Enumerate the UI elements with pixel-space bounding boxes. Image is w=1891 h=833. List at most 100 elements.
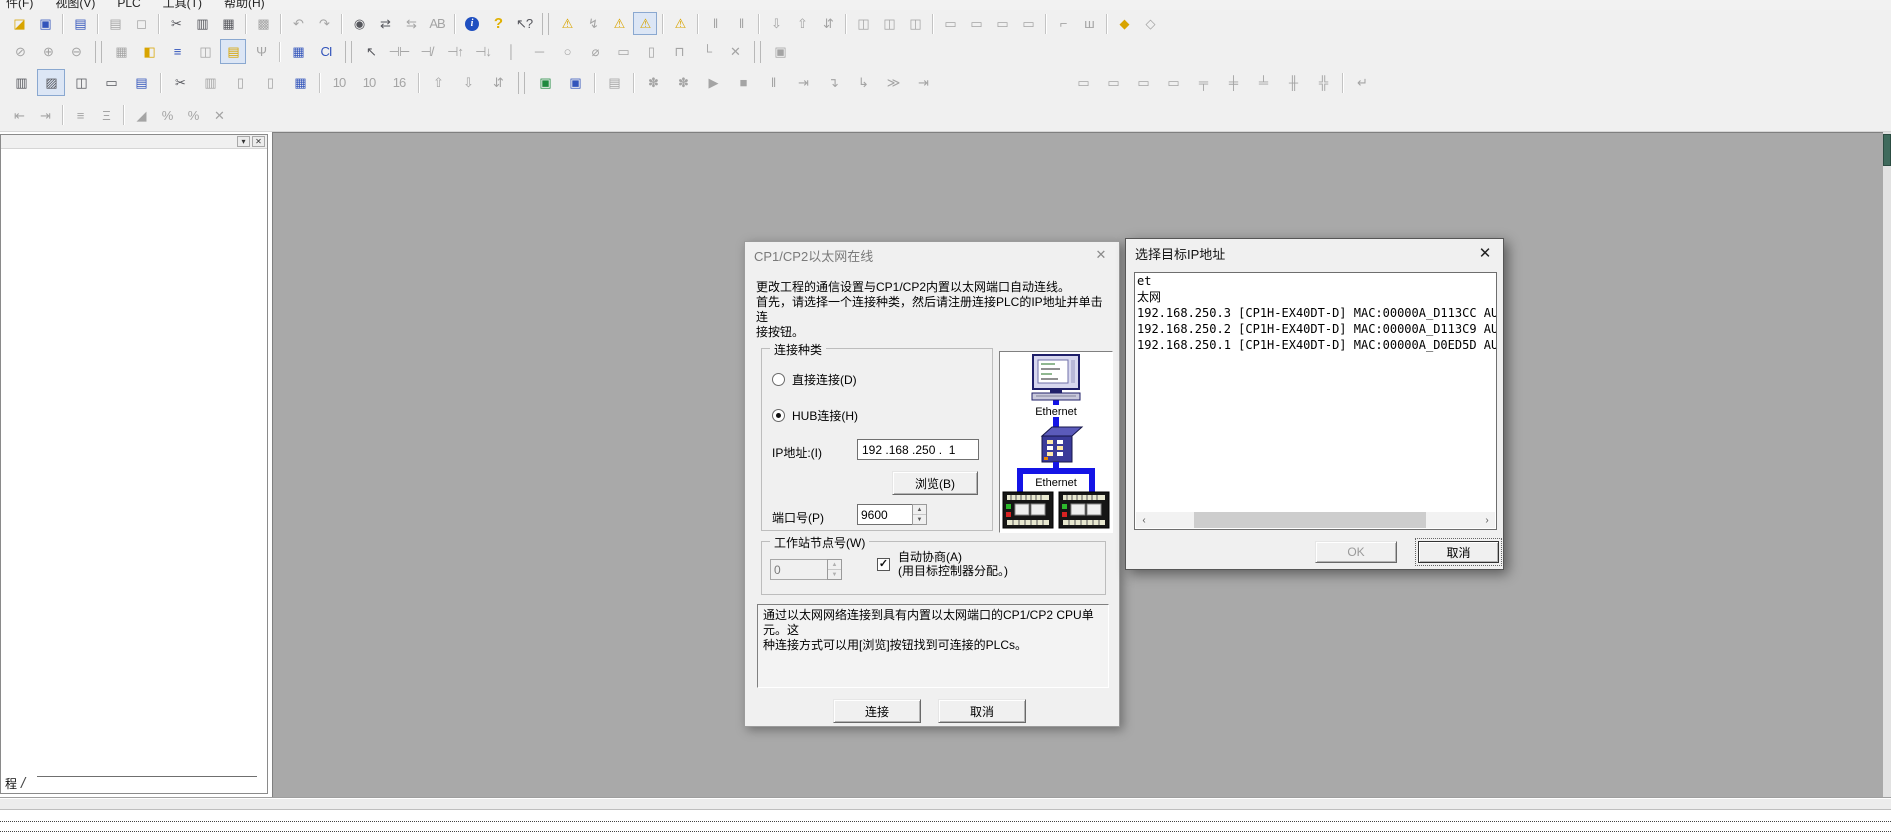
radio-circle-icon[interactable] bbox=[772, 373, 785, 386]
node-number-input[interactable] bbox=[770, 559, 827, 580]
spin-down-icon[interactable]: ▼ bbox=[913, 515, 926, 524]
radix-hex-icon[interactable]: 16 bbox=[385, 69, 413, 96]
new-up-contact-icon[interactable]: ⊣↑ bbox=[442, 39, 468, 64]
hub-connection-radio[interactable]: HUB连接(H) bbox=[772, 407, 858, 424]
new-down-contact-icon[interactable]: ⊣↓ bbox=[470, 39, 496, 64]
new-instruction-icon[interactable]: ▭ bbox=[610, 39, 636, 64]
output-window-icon[interactable]: ▭ bbox=[990, 12, 1014, 35]
toolbar-grip[interactable] bbox=[754, 41, 761, 63]
cross-reference-window-icon[interactable]: ▭ bbox=[1016, 12, 1040, 35]
zoom-fit-icon[interactable]: ⊘ bbox=[7, 39, 33, 64]
transfer-from-plc-icon[interactable]: ⇧ bbox=[790, 12, 814, 35]
pause-simulator-icon[interactable]: ✽ bbox=[639, 69, 667, 96]
force-cancel-icon[interactable]: ⇵ bbox=[484, 69, 512, 96]
monitor-sampling-icon[interactable]: ◫ bbox=[877, 12, 901, 35]
new-block-icon[interactable]: ⊓ bbox=[666, 39, 692, 64]
scroll-right-icon[interactable]: › bbox=[1479, 512, 1495, 528]
function-block-icon[interactable]: ▣ bbox=[767, 39, 793, 64]
port-number-spinner[interactable]: ▲ ▼ bbox=[857, 504, 927, 525]
work-online-simulator-icon[interactable]: ▣ bbox=[531, 69, 559, 96]
step-out-icon[interactable]: ↳ bbox=[849, 69, 877, 96]
compile-check-icon[interactable]: ▤ bbox=[68, 12, 92, 35]
mnemonic-window-icon[interactable]: ◫ bbox=[67, 69, 95, 96]
open-project-icon[interactable]: ◪ bbox=[7, 12, 31, 35]
memory-view-icon[interactable]: ▦ bbox=[286, 69, 314, 96]
indent-icon[interactable]: ⇥ bbox=[33, 104, 57, 127]
scan-run-icon[interactable]: ⇥ bbox=[909, 69, 937, 96]
dialog-title-bar[interactable]: 选择目标IP地址 ✕ bbox=[1126, 239, 1503, 267]
align-middle-icon[interactable]: ╪ bbox=[1219, 69, 1247, 96]
redo-icon[interactable]: ↷ bbox=[312, 12, 336, 35]
project-tab[interactable]: 程 / bbox=[3, 775, 25, 792]
target-ip-listbox[interactable]: et太网192.168.250.3 [CP1H-EX40DT-D] MAC:00… bbox=[1134, 272, 1497, 530]
change-all-icon[interactable]: AB bbox=[425, 12, 449, 35]
cancel-button[interactable]: 取消 bbox=[938, 699, 1026, 723]
return-icon[interactable]: ↵ bbox=[1348, 69, 1376, 96]
auto-negotiate-checkbox[interactable]: ✓ bbox=[877, 558, 890, 571]
radix-signed-icon[interactable]: 10 bbox=[355, 69, 383, 96]
compare-with-plc-icon[interactable]: ⇵ bbox=[816, 12, 840, 35]
spinner-arrows[interactable]: ▲ ▼ bbox=[827, 559, 842, 580]
menu-item[interactable]: 帮助(H) bbox=[224, 0, 265, 10]
watch-window-icon[interactable]: ▭ bbox=[964, 12, 988, 35]
step-run-icon[interactable]: ⇥ bbox=[789, 69, 817, 96]
print-preview-icon[interactable]: ◻ bbox=[129, 12, 153, 35]
align-bottom-icon[interactable]: ╧ bbox=[1249, 69, 1277, 96]
annotation-icon[interactable]: Ξ bbox=[94, 104, 118, 127]
erase-mode-icon[interactable]: ✕ bbox=[722, 39, 748, 64]
find-address-error-icon[interactable]: ⚠ bbox=[607, 12, 631, 35]
step-in-icon[interactable]: ↴ bbox=[819, 69, 847, 96]
pause-flag-icon[interactable]: ‖ bbox=[703, 12, 727, 35]
io-table-icon[interactable]: ▯ bbox=[256, 69, 284, 96]
window-2up-icon[interactable]: ▭ bbox=[1099, 69, 1127, 96]
find-symbol-icon[interactable]: ⇆ bbox=[399, 12, 423, 35]
spin-down-icon[interactable]: ▼ bbox=[828, 570, 841, 579]
window-1up-icon[interactable]: ▭ bbox=[1069, 69, 1097, 96]
force-on-icon[interactable]: ⇧ bbox=[424, 69, 452, 96]
paste-icon[interactable]: ▦ bbox=[216, 12, 240, 35]
section-list-icon[interactable]: ▤ bbox=[220, 39, 246, 64]
align-top-icon[interactable]: ╤ bbox=[1189, 69, 1217, 96]
section-cut-icon[interactable]: ✂ bbox=[166, 69, 194, 96]
online-check-icon[interactable]: ↯ bbox=[581, 12, 605, 35]
change-value-icon[interactable]: % bbox=[181, 104, 205, 127]
pause-program-icon[interactable]: ‖ bbox=[759, 69, 787, 96]
distribute-h-icon[interactable]: ╬ bbox=[1309, 69, 1337, 96]
new-contact-icon[interactable]: ⊣⊢ bbox=[386, 39, 412, 64]
find-icon[interactable]: ◉ bbox=[347, 12, 371, 35]
menu-item[interactable]: PLC bbox=[117, 0, 140, 10]
radio-selected-icon[interactable] bbox=[772, 409, 785, 422]
window-4up-icon[interactable]: ▭ bbox=[1159, 69, 1187, 96]
run-icon[interactable]: ▶ bbox=[699, 69, 727, 96]
menu-item[interactable]: 视图(V) bbox=[55, 0, 95, 10]
pause-icon[interactable]: ‖ bbox=[729, 12, 753, 35]
view-window-icon[interactable]: ▥ bbox=[7, 69, 35, 96]
dialog-title-bar[interactable]: CP1/CP2以太网在线 ✕ bbox=[745, 242, 1119, 268]
vertical-scrollbar[interactable] bbox=[1883, 132, 1891, 797]
direct-connection-radio[interactable]: 直接连接(D) bbox=[772, 371, 857, 388]
context-help-icon[interactable]: ↖? bbox=[512, 12, 536, 35]
section-copy-icon[interactable]: ▥ bbox=[196, 69, 224, 96]
partial-transfer-icon[interactable]: ◫ bbox=[851, 12, 875, 35]
compile-program-icon[interactable]: ⚠ bbox=[633, 12, 657, 35]
port-number-input[interactable] bbox=[857, 504, 912, 525]
new-reverse-instruction-icon[interactable]: ▯ bbox=[638, 39, 664, 64]
stop-icon[interactable]: ■ bbox=[729, 69, 757, 96]
connect-button[interactable]: 连接 bbox=[833, 699, 921, 723]
ip-list-item[interactable]: 192.168.250.1 [CP1H-EX40DT-D] MAC:00000A… bbox=[1135, 337, 1496, 353]
monitor-diff-icon[interactable]: ◢ bbox=[129, 104, 153, 127]
ip-list-item[interactable]: 太网 bbox=[1135, 289, 1496, 305]
properties-icon[interactable]: ▤ bbox=[127, 69, 155, 96]
outdent-icon[interactable]: ⇤ bbox=[7, 104, 31, 127]
panel-collapse-button[interactable]: ▾ bbox=[237, 136, 250, 147]
online-edit-warning-icon[interactable]: ⚠ bbox=[668, 12, 692, 35]
copy-icon[interactable]: ▥ bbox=[190, 12, 214, 35]
save-project-icon[interactable]: ▣ bbox=[33, 12, 57, 35]
select-mode-icon[interactable]: ↖ bbox=[358, 39, 384, 64]
spin-up-icon[interactable]: ▲ bbox=[828, 560, 841, 570]
close-icon[interactable]: ✕ bbox=[1083, 242, 1119, 268]
replace-icon[interactable]: ⇄ bbox=[373, 12, 397, 35]
force-off-icon[interactable]: ⇩ bbox=[454, 69, 482, 96]
browse-button[interactable]: 浏览(B) bbox=[892, 471, 978, 495]
horizontal-line-icon[interactable]: ─ bbox=[526, 39, 552, 64]
